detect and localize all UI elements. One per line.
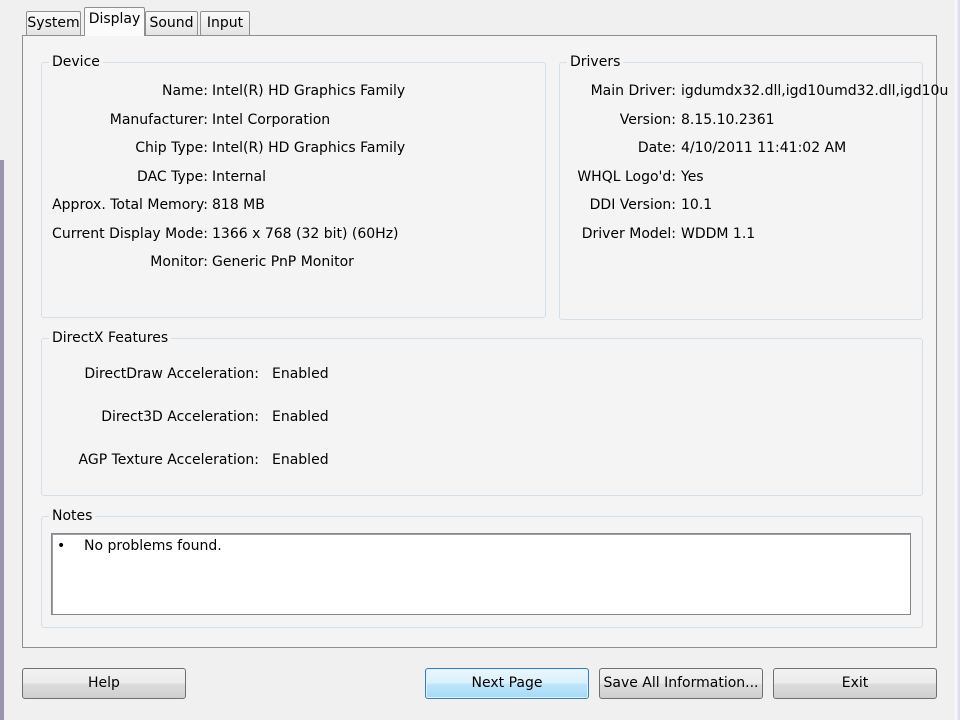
directdraw-label: DirectDraw Acceleration: (84, 366, 259, 382)
bullet-icon: • (57, 538, 66, 554)
whql-label: WHQL Logo'd: (577, 169, 676, 185)
device-row-display-mode: Current Display Mode: 1366 x 768 (32 bit… (42, 224, 542, 244)
tab-sound[interactable]: Sound (145, 11, 198, 35)
device-display-mode-value: 1366 x 768 (32 bit) (60Hz) (212, 226, 399, 242)
agp-texture-value: Enabled (272, 452, 329, 468)
device-display-mode-label: Current Display Mode: (52, 226, 208, 242)
ddi-version-value: 10.1 (681, 197, 713, 213)
note-item: No problems found. (84, 538, 222, 554)
directdraw-value: Enabled (272, 366, 329, 382)
device-memory-label: Approx. Total Memory: (52, 197, 208, 213)
drivers-row-driver-model: Driver Model: WDDM 1.1 (560, 224, 920, 244)
notes-text-area[interactable]: • No problems found. (51, 533, 911, 615)
display-tab-panel: Device Name: Intel(R) HD Graphics Family… (22, 35, 949, 648)
notes-title: Notes (49, 507, 96, 525)
main-driver-label: Main Driver: (590, 83, 676, 99)
device-dac-type-label: DAC Type: (137, 169, 208, 185)
driver-date-value: 4/10/2011 11:41:02 AM (681, 140, 847, 156)
driver-model-value: WDDM 1.1 (681, 226, 756, 242)
whql-value: Yes (681, 169, 704, 185)
directdraw-row: DirectDraw Acceleration: Enabled (42, 364, 442, 384)
driver-version-value: 8.15.10.2361 (681, 112, 775, 128)
directx-features-group: DirectX Features DirectDraw Acceleration… (41, 329, 923, 496)
drivers-row-version: Version: 8.15.10.2361 (560, 110, 920, 130)
next-page-button[interactable]: Next Page (425, 668, 589, 699)
directx-features-title: DirectX Features (49, 329, 172, 347)
device-name-value: Intel(R) HD Graphics Family (212, 83, 406, 99)
device-chip-type-label: Chip Type: (135, 140, 208, 156)
device-dac-type-value: Internal (212, 169, 266, 185)
device-manufacturer-label: Manufacturer: (109, 112, 208, 128)
device-row-dac-type: DAC Type: Internal (42, 167, 542, 187)
drivers-row-ddi-version: DDI Version: 10.1 (560, 195, 920, 215)
tab-display[interactable]: Display (84, 7, 145, 36)
agp-texture-row: AGP Texture Acceleration: Enabled (42, 450, 442, 470)
help-button[interactable]: Help (22, 668, 186, 699)
device-manufacturer-value: Intel Corporation (212, 112, 331, 128)
device-row-memory: Approx. Total Memory: 818 MB (42, 195, 542, 215)
drivers-group: Drivers Main Driver: igdumdx32.dll,igd10… (559, 53, 949, 320)
device-group: Device Name: Intel(R) HD Graphics Family… (41, 53, 546, 318)
device-chip-type-value: Intel(R) HD Graphics Family (212, 140, 406, 156)
direct3d-value: Enabled (272, 409, 329, 425)
drivers-group-title: Drivers (567, 53, 624, 71)
device-row-name: Name: Intel(R) HD Graphics Family (42, 81, 542, 101)
device-row-chip-type: Chip Type: Intel(R) HD Graphics Family (42, 138, 542, 158)
drivers-row-main-driver: Main Driver: igdumdx32.dll,igd10umd32.dl… (560, 81, 949, 101)
device-row-monitor: Monitor: Generic PnP Monitor (42, 252, 542, 272)
device-monitor-label: Monitor: (150, 254, 208, 270)
screen-edge-left (0, 160, 4, 720)
direct3d-label: Direct3D Acceleration: (101, 409, 259, 425)
exit-button[interactable]: Exit (773, 668, 937, 699)
tab-input[interactable]: Input (200, 11, 250, 35)
tab-system[interactable]: System (26, 11, 81, 35)
device-memory-value: 818 MB (212, 197, 265, 213)
driver-version-label: Version: (619, 112, 676, 128)
main-driver-value: igdumdx32.dll,igd10umd32.dll,igd10u (681, 83, 949, 99)
drivers-row-whql: WHQL Logo'd: Yes (560, 167, 920, 187)
device-name-label: Name: (161, 83, 208, 99)
direct3d-row: Direct3D Acceleration: Enabled (42, 407, 442, 427)
notes-group: Notes • No problems found. (41, 507, 923, 628)
save-all-information-button[interactable]: Save All Information... (599, 668, 763, 699)
screen-edge-right (955, 0, 960, 720)
drivers-row-date: Date: 4/10/2011 11:41:02 AM (560, 138, 920, 158)
device-monitor-value: Generic PnP Monitor (212, 254, 354, 270)
agp-texture-label: AGP Texture Acceleration: (78, 452, 259, 468)
ddi-version-label: DDI Version: (589, 197, 676, 213)
device-group-title: Device (49, 53, 103, 71)
device-row-manufacturer: Manufacturer: Intel Corporation (42, 110, 542, 130)
driver-date-label: Date: (637, 140, 676, 156)
driver-model-label: Driver Model: (581, 226, 676, 242)
